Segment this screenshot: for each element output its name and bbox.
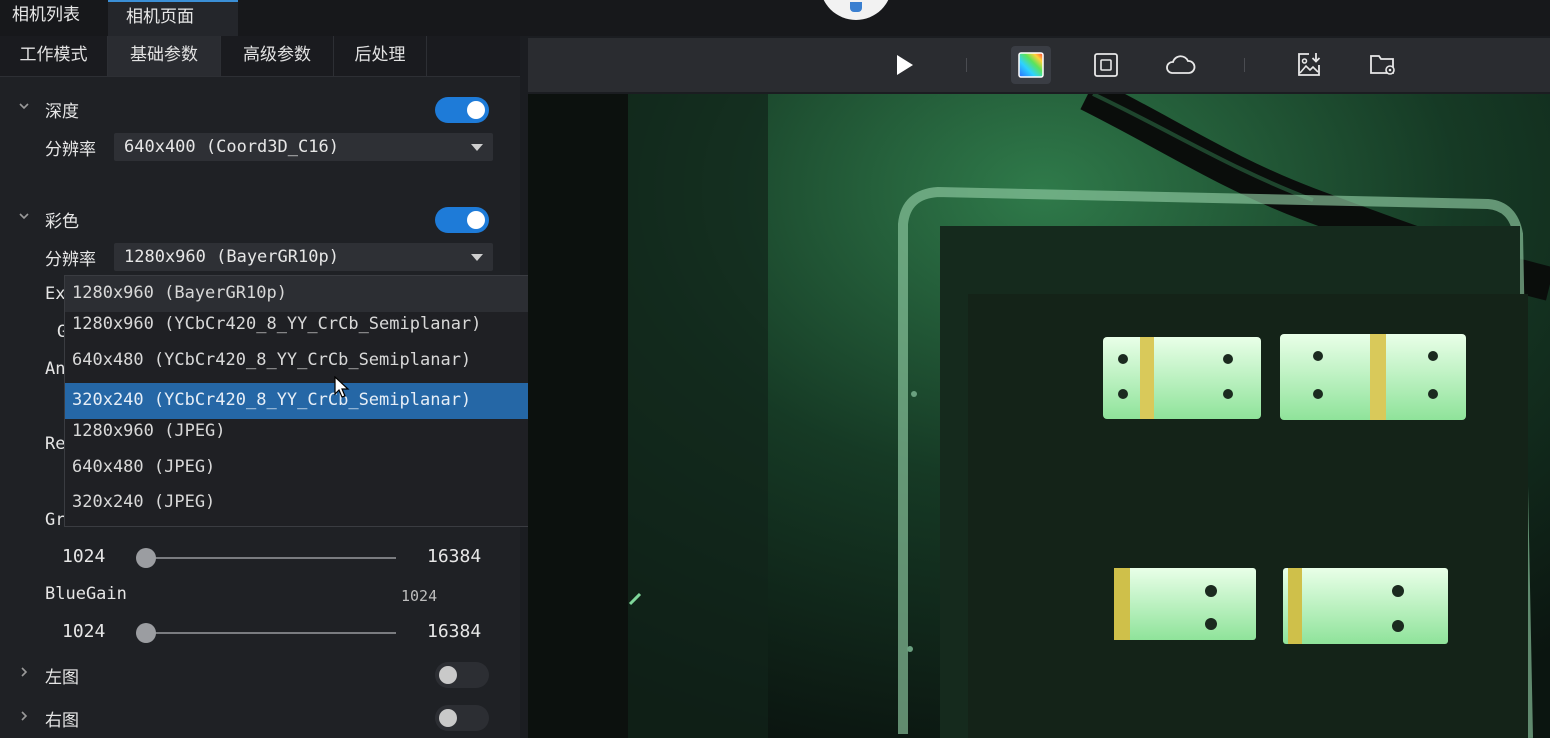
point-cloud-icon[interactable] [1160, 46, 1200, 84]
breaker-top-right [1280, 334, 1466, 420]
left-image-title: 左图 [45, 668, 79, 688]
blue-gain-min: 1024 [62, 621, 106, 642]
viewer-toolbar [528, 38, 1550, 92]
color-image-icon[interactable] [1011, 46, 1051, 84]
resolution-option[interactable]: 640x480 (JPEG) [65, 450, 539, 486]
tab-post-processing[interactable]: 后处理 [334, 36, 427, 76]
chevron-right-icon[interactable] [18, 666, 30, 682]
dropdown-arrow-icon [471, 254, 483, 261]
blue-gain-slider-track[interactable] [146, 632, 396, 634]
camera-frame [528, 94, 1550, 738]
sub-tab-bar: 工作模式 基础参数 高级参数 后处理 [0, 36, 520, 77]
green-gain-label: Gr [45, 510, 66, 530]
green-gain-max: 16384 [427, 546, 482, 567]
red-gain-label: Re [45, 434, 66, 454]
chevron-down-icon[interactable] [18, 100, 30, 116]
breaker-bottom-left [1114, 568, 1256, 640]
mouse-cursor-icon [334, 375, 350, 404]
resolution-option[interactable]: 320x240 (JPEG) [65, 485, 539, 521]
right-image-title: 右图 [45, 711, 79, 731]
right-image-toggle[interactable] [435, 705, 489, 731]
color-resolution-select[interactable]: 1280x960 (BayerGR10p) [114, 243, 493, 271]
blue-gain-label: BlueGain [45, 584, 127, 604]
folder-settings-icon[interactable] [1363, 46, 1403, 84]
color-resolution-value: 1280x960 (BayerGR10p) [124, 247, 339, 267]
blue-gain-slider-thumb[interactable] [136, 623, 156, 643]
color-section-title: 彩色 [45, 212, 79, 232]
green-gain-slider-track[interactable] [146, 557, 396, 559]
green-gain-slider-thumb[interactable] [136, 548, 156, 568]
tab-basic-params[interactable]: 基础参数 [108, 36, 221, 76]
chevron-down-icon[interactable] [18, 210, 30, 226]
left-image-toggle[interactable] [435, 662, 489, 688]
breaker-top-left [1103, 337, 1261, 419]
tab-advanced-params[interactable]: 高级参数 [221, 36, 334, 76]
dropdown-arrow-icon [471, 144, 483, 151]
resolution-option[interactable]: 1280x960 (YCbCr420_8_YY_CrCb_Semiplanar) [65, 307, 539, 343]
color-resolution-label: 分辨率 [45, 250, 96, 270]
breaker-bottom-right [1283, 568, 1448, 644]
auto-label: An [45, 359, 66, 379]
resolution-option[interactable]: 640x480 (YCbCr420_8_YY_CrCb_Semiplanar) [65, 343, 539, 379]
resolution-option[interactable]: 1280x960 (JPEG) [65, 414, 539, 450]
color-resolution-dropdown: 1280x960 (BayerGR10p) 1280x960 (YCbCr420… [64, 275, 540, 527]
depth-frame-icon[interactable] [1086, 46, 1126, 84]
tab-camera-page[interactable]: 相机页面 [108, 0, 238, 36]
exposure-label: Ex [45, 284, 66, 304]
top-bar: 相机列表 相机页面 [0, 0, 1550, 36]
camera-image-view[interactable] [528, 94, 1550, 738]
play-icon[interactable] [884, 46, 924, 84]
tab-work-mode[interactable]: 工作模式 [0, 36, 108, 76]
depth-resolution-label: 分辨率 [45, 140, 96, 160]
depth-toggle[interactable] [435, 97, 489, 123]
depth-resolution-value: 640x400 (Coord3D_C16) [124, 137, 339, 157]
depth-section-title: 深度 [45, 102, 79, 122]
save-image-icon[interactable] [1289, 46, 1329, 84]
blue-gain-value: 1024 [401, 587, 438, 605]
depth-resolution-select[interactable]: 640x400 (Coord3D_C16) [114, 133, 493, 161]
blue-gain-max: 16384 [427, 621, 482, 642]
color-toggle[interactable] [435, 207, 489, 233]
chevron-right-icon[interactable] [18, 710, 30, 726]
green-gain-min: 1024 [62, 546, 106, 567]
floating-logo [820, 0, 892, 20]
tab-camera-list[interactable]: 相机列表 [0, 0, 118, 34]
